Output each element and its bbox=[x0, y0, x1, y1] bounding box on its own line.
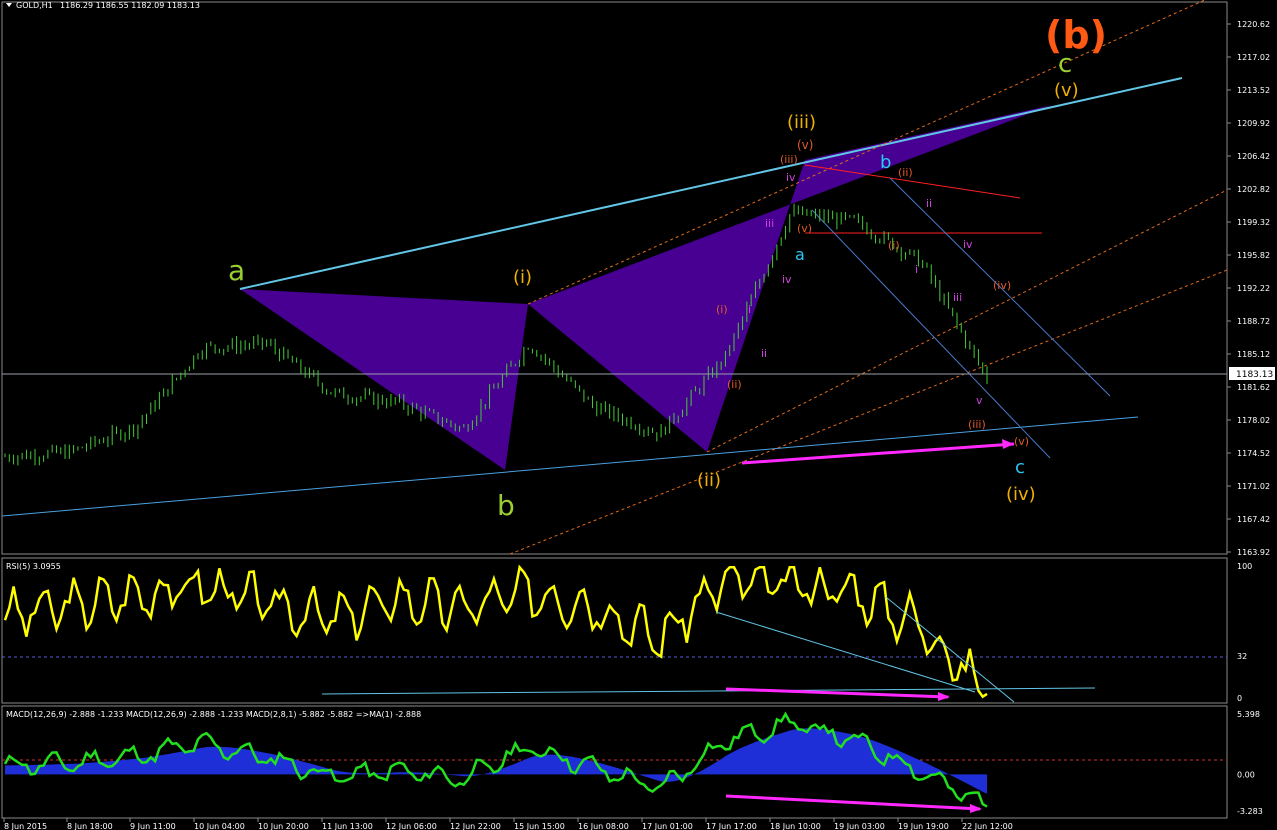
wave-label-blue-b: b bbox=[880, 152, 891, 173]
price-tick-label: 1195.82 bbox=[1237, 251, 1270, 260]
macd-title: MACD(12,26,9) -2.888 -1.233 MACD(12,26,9… bbox=[6, 710, 421, 719]
wave-sub-i: i bbox=[748, 303, 751, 316]
wave-label-iii: (iii) bbox=[787, 112, 816, 133]
price-tick-label: 1174.52 bbox=[1237, 449, 1270, 458]
price-tick-label: 1217.02 bbox=[1237, 53, 1270, 62]
wave-sub-iv3: iv bbox=[963, 238, 973, 251]
wave-label-big-b: (b) bbox=[1045, 13, 1107, 57]
rsi-tick-label: 32 bbox=[1237, 652, 1247, 661]
wave-sub-iv-small: iv bbox=[786, 171, 796, 184]
wave-sub-iv: iv bbox=[782, 273, 792, 286]
wave-label-c-top: c bbox=[1058, 49, 1072, 79]
price-tick-label: 1213.52 bbox=[1237, 86, 1270, 95]
macd-tick-label: -3.283 bbox=[1237, 807, 1263, 816]
time-tick-label: 10 Jun 04:00 bbox=[194, 822, 245, 830]
wave-sub-v3: v bbox=[976, 394, 983, 407]
wave-sub-ii2: ii bbox=[926, 197, 932, 210]
wave-label-iv-small: (iv) bbox=[993, 279, 1011, 292]
wave-label-a: a bbox=[228, 254, 245, 287]
time-tick-label: 10 Jun 20:00 bbox=[258, 822, 309, 830]
wave-label-i-small2: (i) bbox=[716, 303, 728, 316]
wave-sub-ii: ii bbox=[761, 347, 767, 360]
time-tick-label: 22 Jun 12:00 bbox=[962, 822, 1013, 830]
wave-label-ii-small: (ii) bbox=[898, 166, 913, 179]
ohlc-values: 1186.29 1186.55 1182.09 1183.13 bbox=[60, 1, 200, 10]
price-tick-label: 1185.12 bbox=[1237, 350, 1270, 359]
time-tick-label: 11 Jun 13:00 bbox=[322, 822, 373, 830]
rsi-axis: 100 32 0 bbox=[1237, 562, 1252, 703]
wave-sub-iii: iii bbox=[765, 217, 774, 230]
wave-label-iii-small: (iii) bbox=[780, 153, 798, 166]
time-tick-label: 19 Jun 03:00 bbox=[834, 822, 885, 830]
wave-label-blue-c: c bbox=[1015, 457, 1025, 478]
wave-label-b: b bbox=[497, 489, 515, 522]
time-tick-label: 8 Jun 18:00 bbox=[67, 822, 113, 830]
wave-label-iii-small2: (iii) bbox=[968, 418, 986, 431]
rsi-panel-frame bbox=[1, 557, 1228, 704]
rsi-title: RSI(5) 3.0955 bbox=[6, 562, 61, 571]
macd-axis: 5.398 0.00 -3.283 bbox=[1237, 710, 1263, 816]
wave-label-v-top: (v) bbox=[1054, 80, 1079, 101]
time-tick-label: 12 Jun 06:00 bbox=[386, 822, 437, 830]
time-tick-label: 9 Jun 11:00 bbox=[130, 822, 176, 830]
price-tick-label: 1209.92 bbox=[1237, 119, 1270, 128]
wave-label-ii: (ii) bbox=[697, 470, 721, 491]
wave-label-v-small: (v) bbox=[797, 138, 813, 152]
price-tick-label: 1181.62 bbox=[1237, 383, 1270, 392]
price-tick-label: 1220.62 bbox=[1237, 20, 1270, 29]
time-tick-label: 19 Jun 19:00 bbox=[898, 822, 949, 830]
price-tick-label: 1202.82 bbox=[1237, 185, 1270, 194]
rsi-tick-label: 100 bbox=[1237, 562, 1252, 571]
wave-sub-i2: i bbox=[915, 263, 918, 276]
wave-sub-iii3: iii bbox=[953, 291, 962, 304]
price-tick-label: 1199.32 bbox=[1237, 218, 1270, 227]
price-tick-label: 1188.72 bbox=[1237, 317, 1270, 326]
symbol-title: GOLD,H1 bbox=[16, 1, 53, 10]
price-tick-label: 1178.02 bbox=[1237, 416, 1270, 425]
wave-label-i-small: (i) bbox=[888, 239, 900, 252]
macd-tick-label: 0.00 bbox=[1237, 770, 1255, 779]
macd-tick-label: 5.398 bbox=[1237, 710, 1260, 719]
time-tick-label: 8 Jun 2015 bbox=[4, 822, 47, 830]
wave-label-v-red: (v) bbox=[1014, 435, 1029, 448]
time-tick-label: 12 Jun 22:00 bbox=[450, 822, 501, 830]
chart-canvas[interactable]: 1220.62 1217.02 1213.52 1209.92 1206.42 1202.… bbox=[0, 0, 1277, 830]
time-tick-label: 15 Jun 15:00 bbox=[514, 822, 565, 830]
time-tick-label: 18 Jun 10:00 bbox=[770, 822, 821, 830]
rsi-tick-label: 0 bbox=[1237, 694, 1242, 703]
price-axis: 1220.62 1217.02 1213.52 1209.92 1206.42 1202.… bbox=[1227, 20, 1270, 557]
price-tick-label: 1171.02 bbox=[1237, 482, 1270, 491]
price-tick-label: 1163.92 bbox=[1237, 548, 1270, 557]
price-tick-label: 1192.22 bbox=[1237, 284, 1270, 293]
wave-label-ii-small2: (ii) bbox=[727, 378, 742, 391]
wave-label-i: (i) bbox=[513, 267, 532, 288]
time-tick-label: 17 Jun 01:00 bbox=[642, 822, 693, 830]
price-tick-label: 1206.42 bbox=[1237, 152, 1270, 161]
time-tick-label: 17 Jun 17:00 bbox=[706, 822, 757, 830]
price-tick-label: 1167.42 bbox=[1237, 515, 1270, 524]
current-price-label: 1183.13 bbox=[1236, 370, 1273, 380]
wave-label-blue-a: a bbox=[795, 245, 805, 264]
wave-label-v-small2: (v) bbox=[797, 222, 812, 235]
wave-label-iv: (iv) bbox=[1006, 484, 1036, 505]
time-axis: 8 Jun 2015 8 Jun 18:00 9 Jun 11:00 10 Jun 0… bbox=[3, 818, 1013, 830]
time-tick-label: 16 Jun 08:00 bbox=[578, 822, 629, 830]
